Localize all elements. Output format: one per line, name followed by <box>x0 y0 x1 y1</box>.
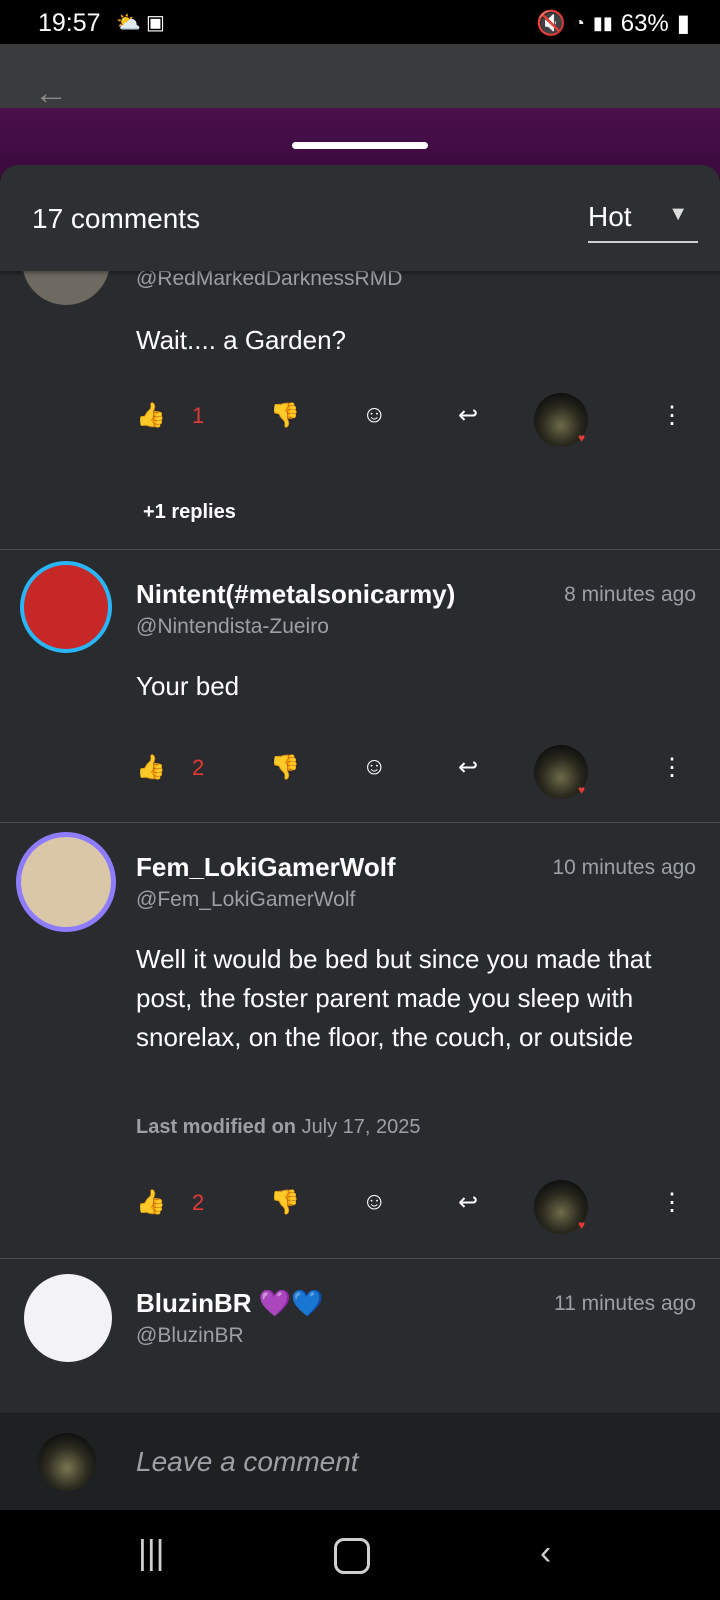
reply-icon[interactable]: ↩ <box>458 401 478 430</box>
heart-icon: ♥ <box>578 783 586 797</box>
thumb-down-icon[interactable]: 👎 <box>270 1188 300 1217</box>
avatar[interactable] <box>16 832 116 932</box>
status-indicators: 🔇 ◔ ▮▮ 63% ▮ <box>536 9 690 38</box>
like-count: 2 <box>192 1190 205 1215</box>
composer-avatar <box>38 1433 96 1491</box>
recent-apps-icon[interactable]: ||| <box>138 1534 165 1573</box>
heart-icon: ♥ <box>578 431 586 445</box>
last-modified-prefix: Last modified on <box>136 1116 296 1138</box>
comment-handle: @Nintendista-Zueiro <box>136 615 329 638</box>
status-time: 19:57 <box>38 9 101 37</box>
comment-time: 10 minutes ago <box>552 856 696 879</box>
comment-actions: 👍 2 👎 ☺ ↩ ♥ ⋮ <box>136 1180 706 1234</box>
comment-handle: @BluzinBR <box>136 1324 244 1347</box>
gallery-icon: ▣ <box>146 12 165 34</box>
divider <box>0 1258 720 1259</box>
add-emoji-icon[interactable]: ☺ <box>362 401 387 429</box>
thumb-down-icon[interactable]: 👎 <box>270 401 300 430</box>
home-icon[interactable] <box>334 1538 370 1574</box>
comment-username[interactable]: Nintent(#metalsonicarmy) <box>136 579 455 610</box>
heart-icon: ♥ <box>578 1218 586 1232</box>
avatar[interactable] <box>24 1274 112 1362</box>
sort-label: Hot <box>588 201 632 232</box>
thumb-up-icon[interactable]: 👍 <box>136 753 166 782</box>
drag-handle[interactable] <box>292 142 428 149</box>
divider <box>0 549 720 550</box>
comment-input[interactable]: Leave a comment <box>136 1446 359 1478</box>
more-vertical-icon[interactable]: ⋮ <box>660 401 684 430</box>
comment-body: Wait.... a Garden? <box>136 325 347 355</box>
back-icon[interactable]: ‹ <box>540 1534 551 1573</box>
wifi-icon: ◔ <box>574 13 585 33</box>
last-modified-date: July 17, 2025 <box>301 1116 421 1138</box>
comments-header: 17 comments Hot ▼ <box>0 165 720 271</box>
like-count: 2 <box>192 755 205 780</box>
comment-time: 8 minutes ago <box>564 583 696 606</box>
divider <box>0 822 720 823</box>
last-modified: Last modified on July 17, 2025 <box>136 1116 421 1139</box>
like-count: 1 <box>192 403 205 428</box>
thumb-up-icon[interactable]: 👍 <box>136 1188 166 1217</box>
thumb-down-icon[interactable]: 👎 <box>270 753 300 782</box>
reply-icon[interactable]: ↩ <box>458 1188 478 1217</box>
view-replies-link[interactable]: +1 replies <box>143 501 236 524</box>
add-emoji-icon[interactable]: ☺ <box>362 1188 387 1216</box>
dropdown-caret-icon: ▼ <box>668 203 688 225</box>
comment-count: 17 comments <box>32 203 201 234</box>
comment-time: 11 minutes ago <box>553 1292 696 1315</box>
weather-icon: ⛅ <box>116 12 141 34</box>
status-bar: 19:57 ⛅ ▣ 🔇 ◔ ▮▮ 63% ▮ <box>0 0 720 44</box>
comment-composer <box>0 1413 720 1510</box>
reply-icon[interactable]: ↩ <box>458 753 478 782</box>
system-nav-bar: ||| ‹ <box>0 1510 720 1600</box>
app-bar <box>0 44 720 110</box>
comment-body: Well it would be bed but since you made … <box>136 944 652 1052</box>
signal-icon: ▮▮ <box>592 13 613 33</box>
more-vertical-icon[interactable]: ⋮ <box>660 1188 684 1217</box>
comment-username[interactable]: Fem_LokiGamerWolf <box>136 852 396 883</box>
thumb-up-icon[interactable]: 👍 <box>136 401 166 430</box>
comment-username[interactable]: BluzinBR 💜💙 <box>136 1288 324 1319</box>
add-emoji-icon[interactable]: ☺ <box>362 753 387 781</box>
comment-handle: @Fem_LokiGamerWolf <box>136 888 356 911</box>
sort-dropdown[interactable]: Hot ▼ <box>588 197 698 243</box>
comments-sheet: 17 comments Hot ▼ @RedMarkedDarknessRMD … <box>0 165 720 1510</box>
avatar[interactable] <box>20 561 112 653</box>
comment-actions: 👍 2 👎 ☺ ↩ ♥ ⋮ <box>136 745 706 799</box>
comment-actions: 👍 1 👎 ☺ ↩ ♥ ⋮ <box>136 393 706 447</box>
more-vertical-icon[interactable]: ⋮ <box>660 753 684 782</box>
battery-icon: ▮ <box>676 10 690 37</box>
battery-text: 63% <box>620 9 669 37</box>
comment-body: Your bed <box>136 671 240 701</box>
mute-icon: 🔇 <box>536 10 567 37</box>
